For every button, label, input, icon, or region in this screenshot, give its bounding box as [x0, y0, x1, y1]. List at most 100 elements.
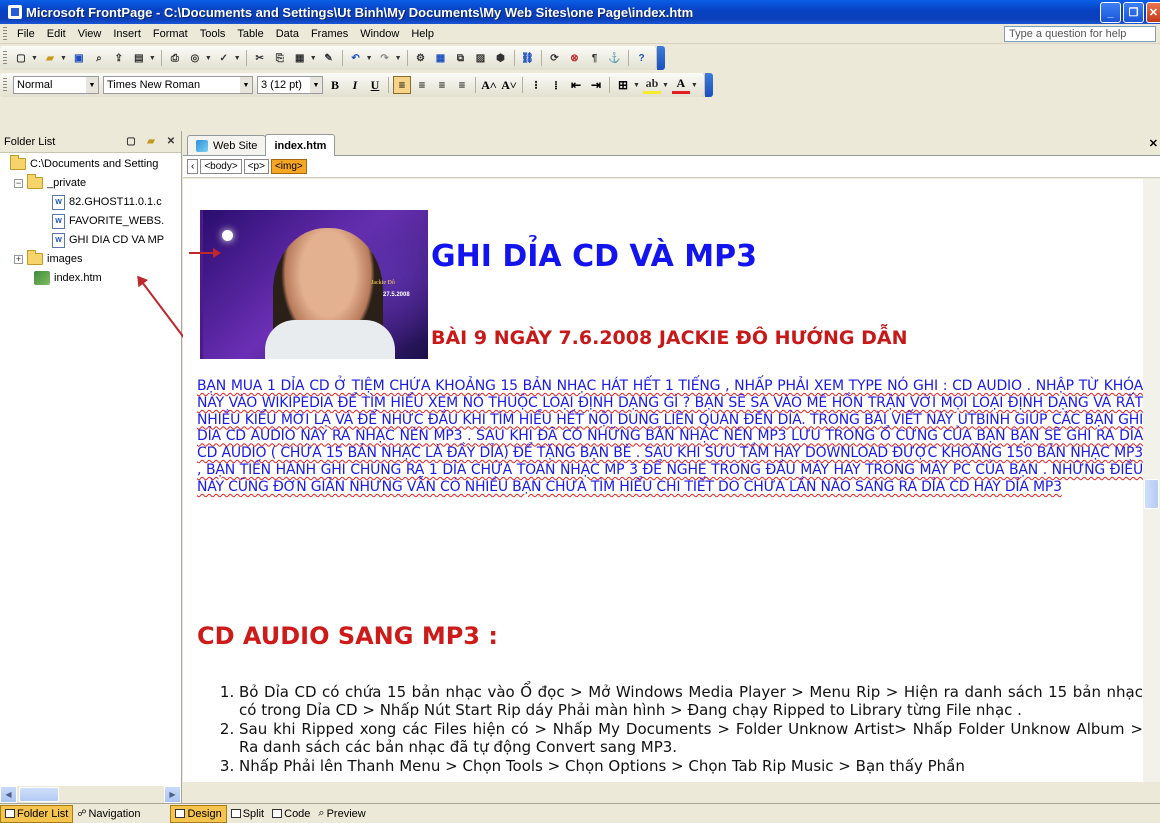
menu-file[interactable]: File — [11, 28, 41, 40]
bullets-button[interactable]: ⁞ — [547, 76, 565, 94]
menu-help[interactable]: Help — [405, 28, 440, 40]
undo-icon[interactable]: ↶ — [348, 50, 364, 66]
highlight-button[interactable]: ab — [642, 76, 661, 94]
tree-item-file[interactable]: W GHI DIA CD VA MP — [52, 231, 164, 249]
tree-item-index[interactable]: index.htm — [34, 269, 102, 287]
tab-website[interactable]: Web Site — [187, 135, 267, 155]
style-select[interactable]: Normal ▼ — [13, 76, 99, 94]
page-heading[interactable]: GHI DỈA CD VÀ MP3 — [431, 239, 757, 274]
format-painter-icon[interactable]: ✎ — [321, 50, 337, 66]
tab-navigation[interactable]: ☍ Navigation — [73, 805, 144, 823]
tag-body[interactable]: <body> — [200, 159, 242, 174]
scroll-left-icon[interactable]: ◀ — [0, 786, 17, 803]
redo-icon[interactable]: ↷ — [377, 50, 393, 66]
tree-item-private[interactable]: − _private — [14, 174, 86, 192]
scroll-thumb[interactable] — [1144, 479, 1159, 509]
tree-item-root[interactable]: C:\Documents and Setting — [10, 155, 158, 173]
chevron-down-icon[interactable]: ▼ — [240, 77, 252, 93]
editor-vertical-scrollbar[interactable] — [1143, 179, 1160, 782]
save-icon[interactable]: ▣ — [71, 50, 87, 66]
folder-horizontal-scrollbar[interactable]: ◀ ▶ — [0, 786, 181, 803]
tag-p[interactable]: <p> — [243, 159, 269, 174]
tree-item-file[interactable]: W FAVORITE_WEBS. — [52, 212, 164, 230]
tab-index[interactable]: index.htm — [265, 134, 336, 156]
print-icon[interactable]: ⎙ — [167, 50, 183, 66]
hyperlink-icon[interactable]: ⛓ — [520, 50, 536, 66]
frontpage-app-icon[interactable] — [8, 5, 22, 19]
bold-button[interactable]: B — [326, 76, 344, 94]
insert-picture-icon[interactable]: ▨ — [473, 50, 489, 66]
menu-edit[interactable]: Edit — [41, 28, 72, 40]
chevron-down-icon[interactable]: ▼ — [86, 77, 98, 93]
refresh-icon[interactable]: ⟳ — [547, 50, 563, 66]
tab-preview[interactable]: ⌕ Preview — [314, 805, 369, 823]
anchor-icon[interactable]: ⚓ — [607, 50, 623, 66]
italic-button[interactable]: I — [346, 76, 364, 94]
collapse-icon[interactable]: − — [14, 178, 23, 188]
list-item[interactable]: Bỏ Dỉa CD có chứa 15 bản nhạc vào Ổ đọc … — [239, 683, 1143, 719]
increase-font-button[interactable]: A˄ — [480, 76, 498, 94]
tab-code[interactable]: Code — [268, 805, 314, 823]
restore-button[interactable]: ❐ — [1123, 2, 1144, 23]
tree-item-file[interactable]: W 82.GHOST11.0.1.c — [52, 193, 162, 211]
increase-indent-button[interactable]: ⇥ — [587, 76, 605, 94]
list-item[interactable]: Sau khi Ripped xong các Files hiện có > … — [239, 720, 1143, 756]
decrease-font-button[interactable]: A˅ — [500, 76, 518, 94]
tab-split[interactable]: Split — [227, 805, 268, 823]
open-icon[interactable]: ▰ — [42, 50, 58, 66]
font-select[interactable]: Times New Roman ▼ — [103, 76, 253, 94]
font-size-select[interactable]: 3 (12 pt) ▼ — [257, 76, 323, 94]
justify-button[interactable]: ≡ — [453, 76, 471, 94]
list-item[interactable]: Nhấp Phải lên Thanh Menu > Chọn Tools > … — [239, 757, 1143, 775]
tab-design[interactable]: Design — [170, 804, 227, 823]
new-page-icon[interactable]: ▢ — [123, 134, 139, 150]
tab-folder-list[interactable]: Folder List — [0, 804, 74, 823]
new-page-icon[interactable]: ▢ — [13, 50, 29, 66]
close-button[interactable]: ✕ — [1146, 2, 1160, 23]
decrease-indent-button[interactable]: ⇤ — [567, 76, 585, 94]
minimize-button[interactable]: _ — [1100, 2, 1121, 23]
tag-img[interactable]: <img> — [270, 159, 307, 174]
align-left-button[interactable]: ≡ — [393, 76, 411, 94]
title-bar[interactable]: Microsoft FrontPage - C:\Documents and S… — [0, 0, 1160, 24]
cut-icon[interactable]: ✂ — [252, 50, 268, 66]
menu-insert[interactable]: Insert — [107, 28, 147, 40]
font-color-button[interactable]: A — [671, 76, 690, 94]
preview-browser-icon[interactable]: ◎ — [187, 50, 203, 66]
intro-paragraph[interactable]: BẠN MUA 1 DỈA CD Ở TIỆM CHỨA KHOẢNG 15 B… — [197, 378, 1143, 496]
menu-grip-icon[interactable] — [3, 26, 7, 41]
expand-icon[interactable]: + — [14, 254, 23, 264]
numbering-button[interactable]: ⁝ — [527, 76, 545, 94]
close-document-icon[interactable]: ✕ — [1149, 137, 1158, 150]
underline-button[interactable]: U — [366, 76, 384, 94]
search-icon[interactable]: ⌕ — [91, 50, 107, 66]
align-center-button[interactable]: ≡ — [413, 76, 431, 94]
tag-scroll-left-icon[interactable]: ‹ — [187, 159, 199, 174]
menu-window[interactable]: Window — [354, 28, 405, 40]
menu-table[interactable]: Table — [231, 28, 269, 40]
insert-table-icon[interactable]: ▦ — [433, 50, 449, 66]
drawing-icon[interactable]: ⬢ — [493, 50, 509, 66]
help-search-input[interactable]: Type a question for help — [1004, 26, 1156, 42]
menu-view[interactable]: View — [72, 28, 108, 40]
scroll-thumb[interactable] — [19, 787, 59, 802]
menu-tools[interactable]: Tools — [194, 28, 232, 40]
paste-icon[interactable]: ▦ — [292, 50, 308, 66]
tree-item-images[interactable]: + images — [14, 250, 82, 268]
toggle-pane-icon[interactable]: ▤ — [131, 50, 147, 66]
design-canvas[interactable]: Jackie Đô 27.5.2008 GHI DỈA CD VÀ MP3 BÀ… — [183, 179, 1143, 782]
scroll-right-icon[interactable]: ▶ — [164, 786, 181, 803]
spelling-icon[interactable]: ✓ — [216, 50, 232, 66]
web-component-icon[interactable]: ⚙ — [413, 50, 429, 66]
author-photo[interactable]: Jackie Đô 27.5.2008 — [200, 210, 428, 359]
borders-button[interactable]: ⊞ — [614, 76, 632, 94]
page-subheading[interactable]: BÀI 9 NGÀY 7.6.2008 JACKIE ĐÔ HƯỚNG DẪN — [431, 327, 907, 349]
show-all-icon[interactable]: ¶ — [587, 50, 603, 66]
insert-layer-icon[interactable]: ⧉ — [453, 50, 469, 66]
help-icon[interactable]: ? — [634, 50, 650, 66]
menu-format[interactable]: Format — [147, 28, 194, 40]
section-title[interactable]: CD AUDIO SANG MP3 : — [197, 622, 498, 650]
copy-icon[interactable]: ⎘ — [272, 50, 288, 66]
close-icon[interactable]: ✕ — [163, 134, 179, 150]
chevron-down-icon[interactable]: ▼ — [310, 77, 322, 93]
